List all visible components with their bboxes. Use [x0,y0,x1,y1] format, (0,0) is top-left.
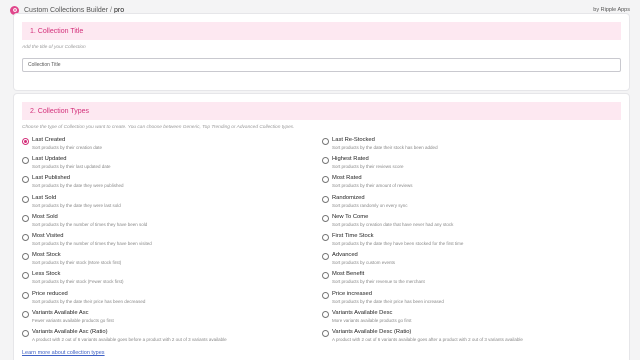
option-description: More variants available products go firs… [332,317,412,323]
option-label: Variants Available Desc [332,309,393,316]
types-hint: Choose the type of Collection you want t… [22,125,295,130]
byline: by Ripple Apps [593,7,630,13]
option-description: Sort products by the date they were last… [32,202,121,208]
option-label: Highest Rated [332,156,369,163]
option-description: Sort products by the number of times the… [32,221,148,227]
app-name: Custom Collections Builder [24,6,109,14]
option-description: Sort products by the number of times the… [32,241,152,246]
app-title: Custom Collections Builder / pro [24,7,124,14]
radio-button[interactable] [22,272,29,280]
option-description: Sort products by their reviews score [332,164,404,170]
option-label: Variants Available Desc (Ratio) [332,329,412,335]
title-hint: Add the title of your Collection [22,45,86,50]
radio-button[interactable] [22,176,29,184]
radio-button[interactable] [22,330,29,337]
option-description: Sort products by their last updated date [32,164,111,170]
option-label: First Time Stock [332,233,374,239]
option-description: Sort products by their stock (More stock… [32,260,122,266]
option-description: A product with 2 out of 6 variants avail… [332,337,523,342]
option-description: Sort products by the date their price ha… [32,298,146,304]
radio-button[interactable] [22,291,29,299]
section-header-types: 2. Collection Types [22,102,621,120]
title-separator: / [110,6,112,14]
radio-button[interactable] [22,253,29,261]
radio-button[interactable] [22,157,29,165]
radio-button[interactable] [22,234,29,241]
option-description: Fewer variants available products go fir… [32,317,114,323]
option-description: Sort products by their creation date [32,145,103,150]
section-header-title: 1. Collection Title [22,22,621,40]
option-label: Randomized [332,194,365,201]
option-label: Last Published [32,175,71,182]
radio-button[interactable] [322,214,329,222]
radio-button[interactable] [322,138,329,145]
collection-title-input[interactable] [22,58,621,72]
option-label: Last Sold [32,194,57,201]
plan-label: pro [114,6,125,14]
option-label: Variants Available Asc (Ratio) [32,329,108,335]
radio-button[interactable] [322,330,329,337]
option-label: Last Re-Stocked [332,137,375,143]
option-label: Most Benefit [332,271,365,278]
option-description: Sort products by the date their stock ha… [332,145,438,150]
option-description: Sort products by their stock (Fewer stoc… [32,279,124,285]
option-label: Price increased [332,290,372,297]
option-description: Sort products by their amount of reviews [332,183,413,189]
radio-button[interactable] [322,176,329,184]
option-label: Price reduced [32,290,68,297]
collection-types-card: 2. Collection Types Choose the type of C… [14,94,629,360]
option-label: Most Visited [32,233,64,239]
option-description: Sort products by their revenue to the me… [332,279,425,285]
option-description: Sort products randomly on every sync [332,202,408,208]
option-label: Last Updated [32,156,67,163]
radio-button[interactable] [22,214,29,222]
option-description: Sort products by the date their price ha… [332,298,444,304]
option-label: Advanced [332,252,358,259]
option-label: New To Come [332,213,369,220]
option-label: Most Sold [32,213,58,220]
radio-button[interactable] [322,234,329,241]
radio-selected[interactable] [22,138,29,145]
option-label: Less Stock [32,271,61,278]
radio-button[interactable] [322,291,329,299]
learn-more-link[interactable]: Learn more about collection types [22,350,105,356]
option-description: Sort products by custom events [332,260,396,266]
option-description: Sort products by the date they have been… [332,241,464,246]
radio-button[interactable] [322,272,329,280]
radio-button[interactable] [22,310,29,318]
collection-title-card: 1. Collection Title Add the title of you… [14,14,629,90]
option-description: Sort products by the date they were publ… [32,183,124,189]
radio-button[interactable] [322,310,329,318]
option-label: Most Stock [32,252,61,259]
option-label: Last Created [32,137,66,143]
radio-button[interactable] [22,195,29,203]
option-description: Sort products by creation date that have… [332,221,454,227]
radio-button[interactable] [322,253,329,261]
radio-button[interactable] [322,157,329,165]
option-label: Variants Available Asc [32,309,89,316]
option-label: Most Rated [332,175,362,182]
option-description: A product with 2 out of 6 variants avail… [32,337,227,342]
radio-button[interactable] [322,195,329,203]
